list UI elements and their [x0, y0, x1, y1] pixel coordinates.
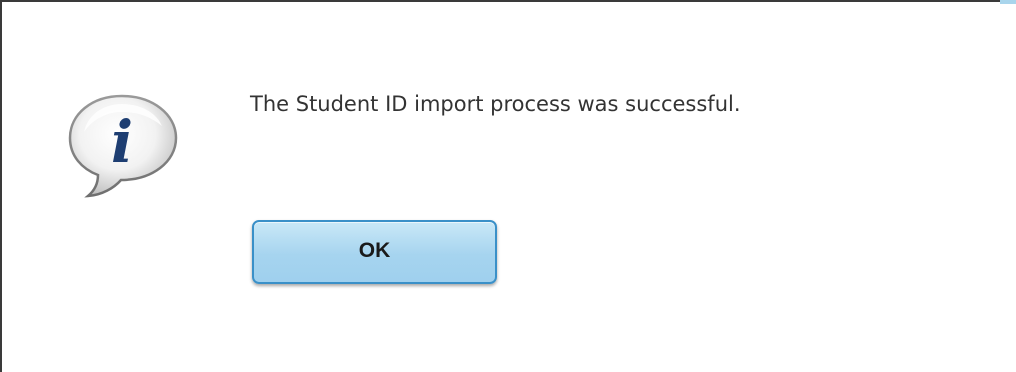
window-edge-accent: [1000, 0, 1016, 4]
info-glyph: i: [111, 108, 133, 176]
ok-button-label: OK: [358, 239, 391, 262]
dialog-message: The Student ID import process was succes…: [250, 92, 741, 116]
info-icon: i: [64, 92, 182, 200]
message-dialog: i The Student ID import process was succ…: [0, 0, 1016, 372]
ok-button[interactable]: OK: [252, 220, 497, 284]
